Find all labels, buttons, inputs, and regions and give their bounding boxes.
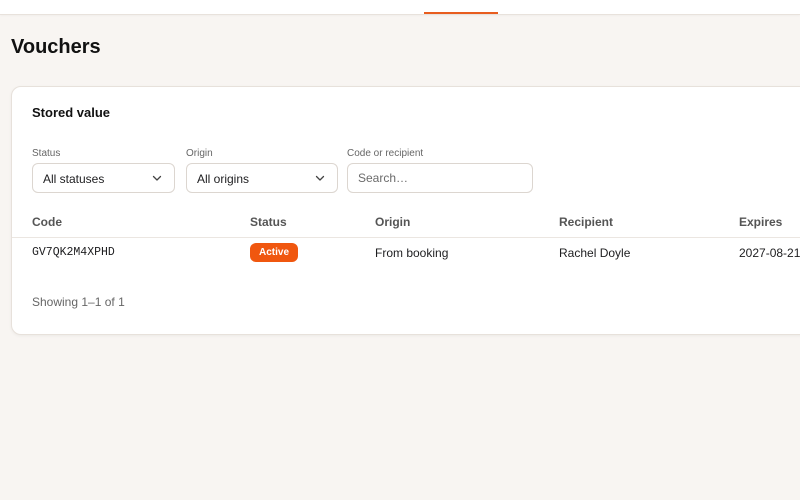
column-header-expires[interactable]: Expires [739,215,782,229]
status-filter-label: Status [32,148,61,159]
page-title: Vouchers [11,36,101,58]
chevron-down-icon [315,175,325,181]
top-nav-bar [0,0,800,15]
voucher-recipient: Rachel Doyle [559,246,631,260]
pagination-summary: Showing 1–1 of 1 [32,295,125,309]
status-filter-select[interactable]: All statuses [32,163,175,193]
voucher-expires: 2027-08-21 [739,246,800,260]
origin-filter-label: Origin [186,148,213,159]
column-header-code[interactable]: Code [32,215,62,229]
search-filter-label: Code or recipient [347,148,424,159]
voucher-origin: From booking [375,246,449,260]
active-nav-indicator [424,12,498,14]
column-header-status[interactable]: Status [250,215,287,229]
origin-filter-select[interactable]: All origins [186,163,338,193]
card-title: Stored value [32,105,111,120]
column-header-recipient[interactable]: Recipient [559,215,613,229]
search-field [347,163,533,193]
column-header-origin[interactable]: Origin [375,215,410,229]
status-badge: Active [250,243,299,262]
origin-filter-value: All origins [197,172,250,186]
status-filter-value: All statuses [43,172,105,186]
vouchers-card: Stored value Status All statuses Origin … [11,86,800,335]
voucher-code: GV7QK2M4XPHD [32,246,115,259]
search-input[interactable] [348,164,532,192]
chevron-down-icon [152,175,162,181]
table-header-divider [12,237,800,238]
